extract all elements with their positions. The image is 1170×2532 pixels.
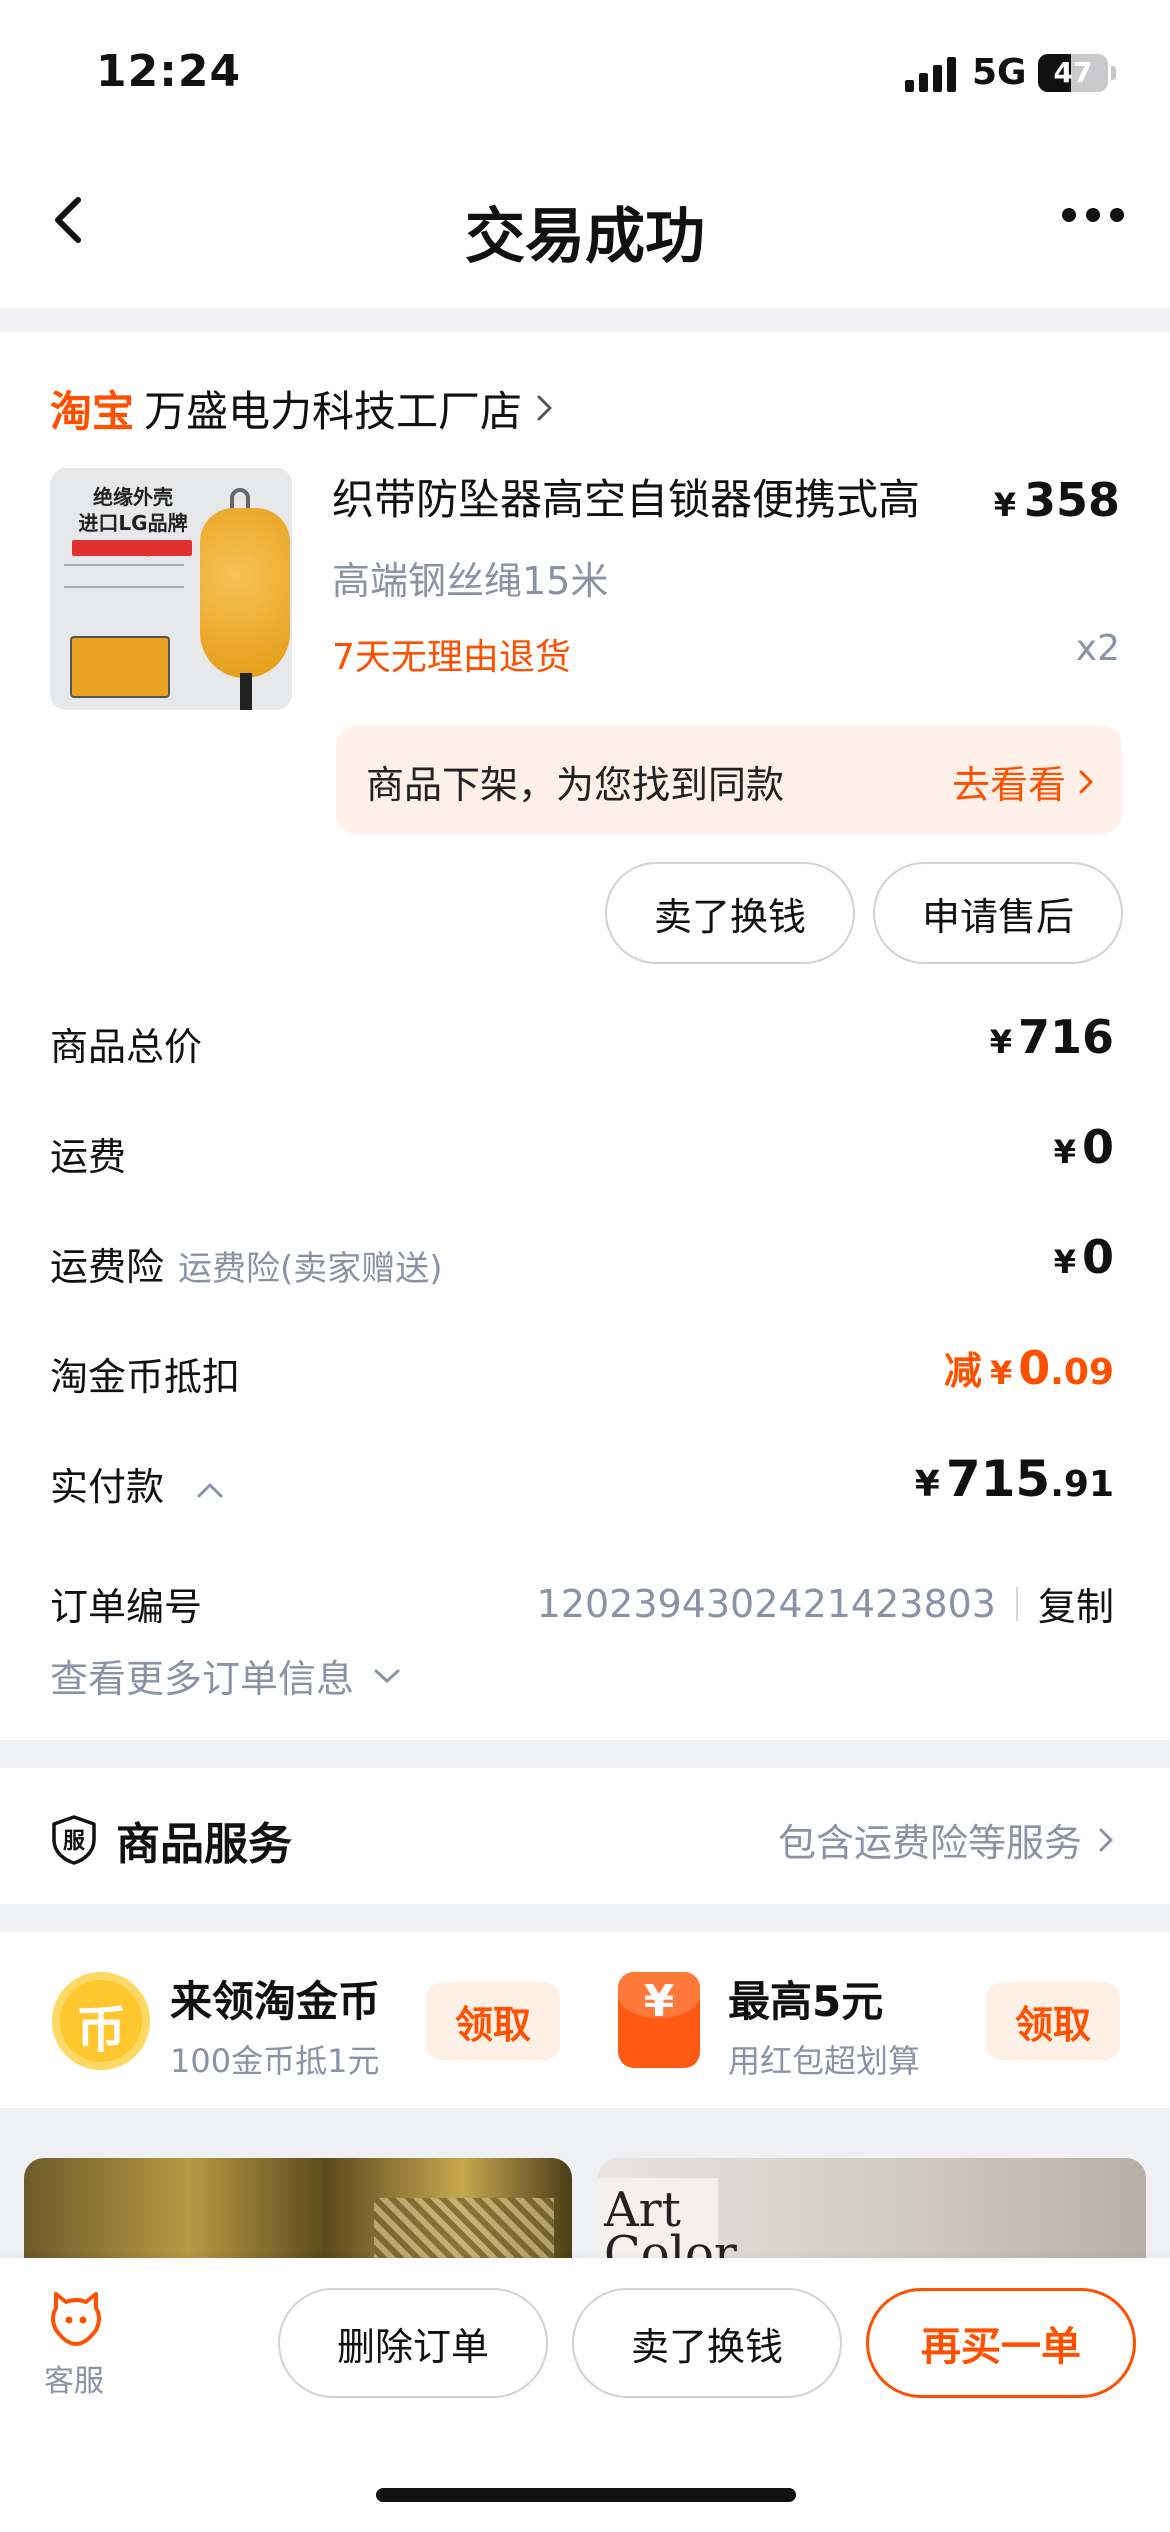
- currency-symbol: ¥: [1053, 1133, 1076, 1171]
- claim-coin-button[interactable]: 领取: [426, 1982, 560, 2060]
- page-title: 交易成功: [465, 202, 705, 272]
- total-amount: 716: [1017, 1010, 1114, 1064]
- image-inset: [70, 636, 170, 698]
- chevron-right-icon: [1099, 1828, 1113, 1851]
- service-desc-text: 包含运费险等服务: [777, 1821, 1082, 1865]
- chevron-right-icon: [537, 395, 552, 421]
- currency-symbol: ¥: [1053, 1243, 1076, 1281]
- currency-symbol: ¥: [989, 1354, 1013, 1392]
- currency-symbol: ¥: [993, 486, 1016, 524]
- insurance-sub: 运费险(卖家赠送): [178, 1249, 443, 1289]
- service-card[interactable]: 服 商品服务 包含运费险等服务: [0, 1768, 1170, 1904]
- total-value: ¥716: [990, 1010, 1114, 1064]
- service-title: 商品服务: [116, 1819, 292, 1870]
- image-red-tag: [72, 540, 192, 556]
- promo-title-redpacket: 最高5元: [728, 1977, 884, 2026]
- paid-row[interactable]: 实付款: [50, 1456, 224, 1511]
- nav-bar: 交易成功: [0, 150, 1170, 308]
- status-bar: 12:24 5G 47: [0, 0, 1170, 150]
- coin-icon-text: 币: [76, 2001, 126, 2059]
- battery-icon: 47: [1038, 54, 1108, 92]
- network-type: 5G: [972, 52, 1027, 93]
- offshelf-text: 商品下架，为您找到同款: [366, 763, 785, 807]
- order-number-label: 订单编号: [50, 1585, 203, 1629]
- divider: [1015, 1586, 1018, 1621]
- copy-button[interactable]: 复制: [1038, 1576, 1114, 1631]
- shop-name: 万盛电力科技工厂店: [144, 386, 523, 436]
- sell-for-cash-button[interactable]: 卖了换钱: [572, 2288, 842, 2398]
- order-number: 1202394302421423803: [536, 1581, 996, 1626]
- currency-symbol: ¥: [989, 1023, 1012, 1061]
- delete-order-button[interactable]: 删除订单: [278, 2288, 548, 2398]
- aftersale-button[interactable]: 申请售后: [873, 862, 1123, 964]
- customer-service-label[interactable]: 客服: [44, 2356, 104, 2400]
- currency-symbol: ¥: [914, 1464, 940, 1505]
- coin-amount-dec: .09: [1050, 1352, 1114, 1393]
- chevron-up-icon: [197, 1483, 223, 1497]
- insurance-row: 运费险 运费险(卖家赠送): [50, 1236, 443, 1291]
- image-text-lines: [64, 564, 184, 588]
- product-price: ¥358: [994, 472, 1120, 533]
- service-icon-text: 服: [63, 1829, 86, 1854]
- red-packet-icon-text: ¥: [643, 1976, 675, 2027]
- service-shield-icon: 服: [52, 1815, 96, 1865]
- shipping-label: 运费: [50, 1135, 127, 1179]
- promo-sub-redpacket: 用红包超划算: [728, 2042, 921, 2080]
- battery-level: 47: [1053, 56, 1093, 89]
- more-order-info[interactable]: 查看更多订单信息: [50, 1648, 402, 1703]
- order-number-row: 1202394302421423803 复制: [530, 1576, 1114, 1631]
- paid-amount-dec: .91: [1050, 1464, 1114, 1505]
- offshelf-banner[interactable]: 商品下架，为您找到同款 去看看: [336, 726, 1122, 834]
- paid-label: 实付款: [50, 1465, 165, 1509]
- gold-coin-icon: 币: [52, 1972, 150, 2070]
- insurance-label: 运费险: [50, 1245, 165, 1289]
- promo-card: 币 来领淘金币 100金币抵1元 领取 ¥ 最高5元 用红包超划算 领取: [0, 1932, 1170, 2108]
- buy-again-button[interactable]: 再买一单: [866, 2288, 1136, 2398]
- paid-amount-int: 715: [945, 1450, 1051, 1508]
- see-similar-link[interactable]: 去看看: [952, 754, 1094, 809]
- chevron-right-icon: [1079, 770, 1093, 793]
- shop-header[interactable]: 淘宝 万盛电力科技工厂店: [50, 380, 554, 436]
- return-policy: 7天无理由退货: [332, 637, 571, 678]
- claim-redpacket-button[interactable]: 领取: [986, 1982, 1120, 2060]
- promo-title-coin: 来领淘金币: [170, 1977, 381, 2026]
- home-indicator[interactable]: [376, 2488, 796, 2502]
- product-price-value: 358: [1023, 473, 1120, 527]
- more-icon[interactable]: [1058, 198, 1128, 228]
- status-time: 12:24: [96, 46, 242, 97]
- insurance-value: ¥0: [1054, 1230, 1114, 1284]
- more-order-info-label: 查看更多订单信息: [50, 1657, 355, 1701]
- service-desc: 包含运费险等服务: [778, 1812, 1114, 1867]
- product-quantity: x2: [1075, 628, 1120, 669]
- image-reel: [200, 508, 290, 678]
- shipping-amount: 0: [1081, 1120, 1114, 1174]
- battery-tip: [1111, 66, 1116, 80]
- customer-service-icon[interactable]: [46, 2288, 106, 2348]
- total-label: 商品总价: [50, 1025, 203, 1069]
- order-card: 淘宝 万盛电力科技工厂店 绝缘外壳 进口LG品牌ABS 织带防坠器高空自锁器便携…: [0, 332, 1170, 1740]
- promo-sub-coin: 100金币抵1元: [170, 2042, 380, 2080]
- see-similar-label: 去看看: [951, 763, 1066, 807]
- image-rope: [240, 673, 252, 710]
- paid-value: ¥715.91: [915, 1450, 1114, 1508]
- product-image[interactable]: 绝缘外壳 进口LG品牌ABS: [50, 468, 292, 710]
- signal-icon: [905, 56, 957, 92]
- coin-value: 减 ¥0.09: [944, 1340, 1114, 1395]
- coin-label: 淘金币抵扣: [50, 1355, 241, 1399]
- deduct-prefix: 减: [943, 1349, 982, 1393]
- product-sku: 高端钢丝绳15米: [332, 559, 609, 603]
- red-packet-icon: ¥: [618, 1972, 700, 2068]
- taobao-logo: 淘宝: [50, 386, 135, 436]
- insurance-amount: 0: [1081, 1230, 1114, 1284]
- coin-amount-int: 0: [1018, 1341, 1051, 1395]
- sell-button[interactable]: 卖了换钱: [605, 862, 855, 964]
- product-title[interactable]: 织带防坠器高空自锁器便携式高: [332, 472, 972, 528]
- chevron-down-icon: [374, 1669, 400, 1682]
- shipping-value: ¥0: [1054, 1120, 1114, 1174]
